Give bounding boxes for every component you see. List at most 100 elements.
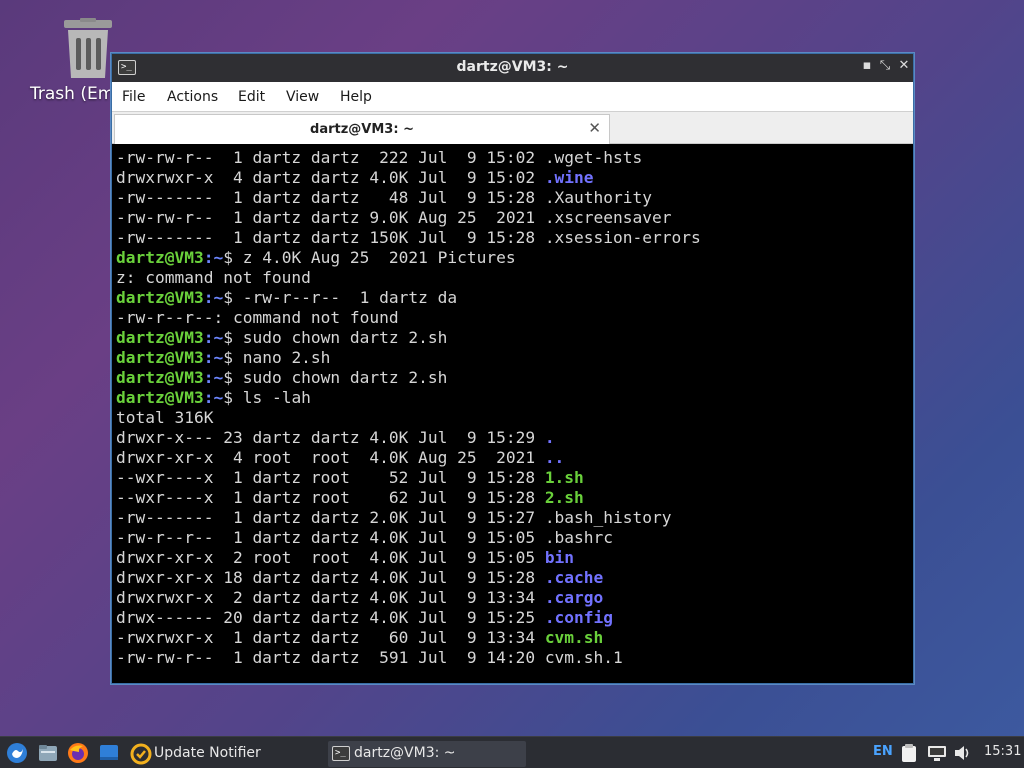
output-text: z: command not found xyxy=(116,268,311,287)
file-name: .xscreensaver xyxy=(544,208,672,227)
menu-edit[interactable]: Edit xyxy=(238,89,265,105)
terminal-output-line: drwxr-x--- 23 dartz dartz 4.0K Jul 9 15:… xyxy=(116,428,911,448)
prompt-command: $ -rw-r--r-- 1 dartz da xyxy=(223,288,458,307)
prompt-path: :~ xyxy=(203,328,224,347)
show-desktop-icon[interactable] xyxy=(98,742,120,764)
terminal-output-line: -rw-rw-r-- 1 dartz dartz 9.0K Aug 25 202… xyxy=(116,208,911,228)
file-name: cvm.sh xyxy=(544,628,604,647)
terminal-output-line: -rw------- 1 dartz dartz 2.0K Jul 9 15:2… xyxy=(116,508,911,528)
close-button[interactable]: ✕ xyxy=(896,58,912,73)
network-icon[interactable] xyxy=(927,744,947,762)
terminal-output-line: -rw------- 1 dartz dartz 48 Jul 9 15:28 … xyxy=(116,188,911,208)
prompt-user: dartz@VM3 xyxy=(116,368,204,387)
menu-file[interactable]: File xyxy=(122,89,145,105)
terminal-output-line: --wxr----x 1 dartz root 52 Jul 9 15:28 1… xyxy=(116,468,911,488)
file-name: bin xyxy=(544,548,575,567)
update-notifier-label: Update Notifier xyxy=(154,745,261,761)
terminal-output-line: total 316K xyxy=(116,408,911,428)
output-text: -rw------- 1 dartz dartz 48 Jul 9 15:28 xyxy=(116,188,545,207)
output-text: -rwxrwxr-x 1 dartz dartz 60 Jul 9 13:34 xyxy=(116,628,545,647)
output-text: total 316K xyxy=(116,408,214,427)
terminal-output-line: z: command not found xyxy=(116,268,911,288)
file-manager-icon[interactable] xyxy=(37,742,59,764)
terminal-output-line: -rw-r--r-- 1 dartz dartz 4.0K Jul 9 15:0… xyxy=(116,528,911,548)
tab-bar: dartz@VM3: ~ ✕ xyxy=(112,112,913,144)
file-name: 1.sh xyxy=(544,468,584,487)
output-text: drwxr-x--- 23 dartz dartz 4.0K Jul 9 15:… xyxy=(116,428,545,447)
output-text: drwxrwxr-x 2 dartz dartz 4.0K Jul 9 13:3… xyxy=(116,588,545,607)
tab-close-button[interactable]: ✕ xyxy=(588,119,601,137)
menu-actions[interactable]: Actions xyxy=(167,89,218,105)
terminal-output-line: drwxrwxr-x 2 dartz dartz 4.0K Jul 9 13:3… xyxy=(116,588,911,608)
output-text: drwxr-xr-x 4 root root 4.0K Aug 25 2021 xyxy=(116,448,545,467)
tab-label: dartz@VM3: ~ xyxy=(310,122,414,137)
clock: 15:31 xyxy=(984,744,1022,759)
terminal-prompt-line: dartz@VM3:~$ sudo chown dartz 2.sh xyxy=(116,328,911,348)
terminal-output-line: -rw-rw-r-- 1 dartz dartz 591 Jul 9 14:20… xyxy=(116,648,911,668)
file-name: .. xyxy=(544,448,565,467)
volume-icon[interactable] xyxy=(953,744,973,762)
keyboard-layout-indicator[interactable]: EN xyxy=(873,744,893,759)
prompt-path: :~ xyxy=(203,248,224,267)
taskbar: Update Notifier >_ dartz@VM3: ~ EN 15:31 xyxy=(0,736,1024,768)
minimize-button[interactable]: ▪ xyxy=(859,58,875,73)
prompt-path: :~ xyxy=(203,368,224,387)
output-text: --wxr----x 1 dartz root 62 Jul 9 15:28 xyxy=(116,488,545,507)
window-titlebar[interactable]: >_ dartz@VM3: ~ ▪ ⤡ ✕ xyxy=(112,54,913,82)
menu-view[interactable]: View xyxy=(286,89,319,105)
terminal-prompt-line: dartz@VM3:~$ ls -lah xyxy=(116,388,911,408)
prompt-command: $ sudo chown dartz 2.sh xyxy=(223,328,448,347)
update-notifier-icon xyxy=(130,743,152,765)
prompt-user: dartz@VM3 xyxy=(116,328,204,347)
terminal-output-line: -rw-r--r--: command not found xyxy=(116,308,911,328)
file-name: .cache xyxy=(544,568,604,587)
window-title: dartz@VM3: ~ xyxy=(456,59,569,75)
start-menu-icon[interactable] xyxy=(6,742,28,764)
terminal-icon: >_ xyxy=(332,746,350,761)
output-text: drwx------ 20 dartz dartz 4.0K Jul 9 15:… xyxy=(116,608,545,627)
terminal-window[interactable]: >_ dartz@VM3: ~ ▪ ⤡ ✕ File Actions Edit … xyxy=(111,53,914,684)
taskbar-update-notifier[interactable]: Update Notifier xyxy=(128,741,324,767)
terminal-output-line: -rw-rw-r-- 1 dartz dartz 222 Jul 9 15:02… xyxy=(116,148,911,168)
terminal-prompt-line: dartz@VM3:~$ -rw-r--r-- 1 dartz da xyxy=(116,288,911,308)
file-name: .xsession-errors xyxy=(544,228,701,247)
terminal-prompt-line: dartz@VM3:~$ sudo chown dartz 2.sh xyxy=(116,368,911,388)
file-name: .cargo xyxy=(544,588,604,607)
terminal-output[interactable]: -rw-rw-r-- 1 dartz dartz 222 Jul 9 15:02… xyxy=(114,146,911,681)
maximize-button[interactable]: ⤡ xyxy=(877,58,893,73)
terminal-output-line: drwxr-xr-x 18 dartz dartz 4.0K Jul 9 15:… xyxy=(116,568,911,588)
file-name: .wine xyxy=(544,168,594,187)
menu-bar: File Actions Edit View Help xyxy=(112,82,913,112)
terminal-output-line: drwxr-xr-x 2 root root 4.0K Jul 9 15:05 … xyxy=(116,548,911,568)
output-text: -rw-rw-r-- 1 dartz dartz 9.0K Aug 25 202… xyxy=(116,208,545,227)
terminal-prompt-line: dartz@VM3:~$ nano 2.sh xyxy=(116,348,911,368)
prompt-user: dartz@VM3 xyxy=(116,248,204,267)
tab-terminal[interactable]: dartz@VM3: ~ ✕ xyxy=(114,114,610,144)
terminal-output-line: --wxr----x 1 dartz root 62 Jul 9 15:28 2… xyxy=(116,488,911,508)
file-name: . xyxy=(544,428,555,447)
output-text: drwxr-xr-x 18 dartz dartz 4.0K Jul 9 15:… xyxy=(116,568,545,587)
prompt-path: :~ xyxy=(203,388,224,407)
terminal-output-line: drwx------ 20 dartz dartz 4.0K Jul 9 15:… xyxy=(116,608,911,628)
taskbar-terminal-task[interactable]: >_ dartz@VM3: ~ xyxy=(328,741,526,767)
firefox-icon[interactable] xyxy=(67,742,89,764)
prompt-user: dartz@VM3 xyxy=(116,348,204,367)
file-name: .Xauthority xyxy=(544,188,653,207)
file-name: .bash_history xyxy=(544,508,672,527)
menu-help[interactable]: Help xyxy=(340,89,372,105)
output-text: drwxrwxr-x 4 dartz dartz 4.0K Jul 9 15:0… xyxy=(116,168,545,187)
clipboard-icon[interactable] xyxy=(900,743,918,763)
prompt-command: $ ls -lah xyxy=(223,388,311,407)
terminal-prompt-line: dartz@VM3:~$ z 4.0K Aug 25 2021 Pictures xyxy=(116,248,911,268)
output-text: -rw-rw-r-- 1 dartz dartz 591 Jul 9 14:20 xyxy=(116,648,545,667)
output-text: -rw------- 1 dartz dartz 2.0K Jul 9 15:2… xyxy=(116,508,545,527)
file-name: 2.sh xyxy=(544,488,584,507)
prompt-path: :~ xyxy=(203,348,224,367)
prompt-path: :~ xyxy=(203,288,224,307)
trash-label: Trash (Em xyxy=(30,84,115,104)
output-text: -rw-rw-r-- 1 dartz dartz 222 Jul 9 15:02 xyxy=(116,148,545,167)
terminal-output-line: -rwxrwxr-x 1 dartz dartz 60 Jul 9 13:34 … xyxy=(116,628,911,648)
file-name: .bashrc xyxy=(544,528,614,547)
output-text: -rw-r--r--: command not found xyxy=(116,308,399,327)
prompt-command: $ z 4.0K Aug 25 2021 Pictures xyxy=(223,248,516,267)
